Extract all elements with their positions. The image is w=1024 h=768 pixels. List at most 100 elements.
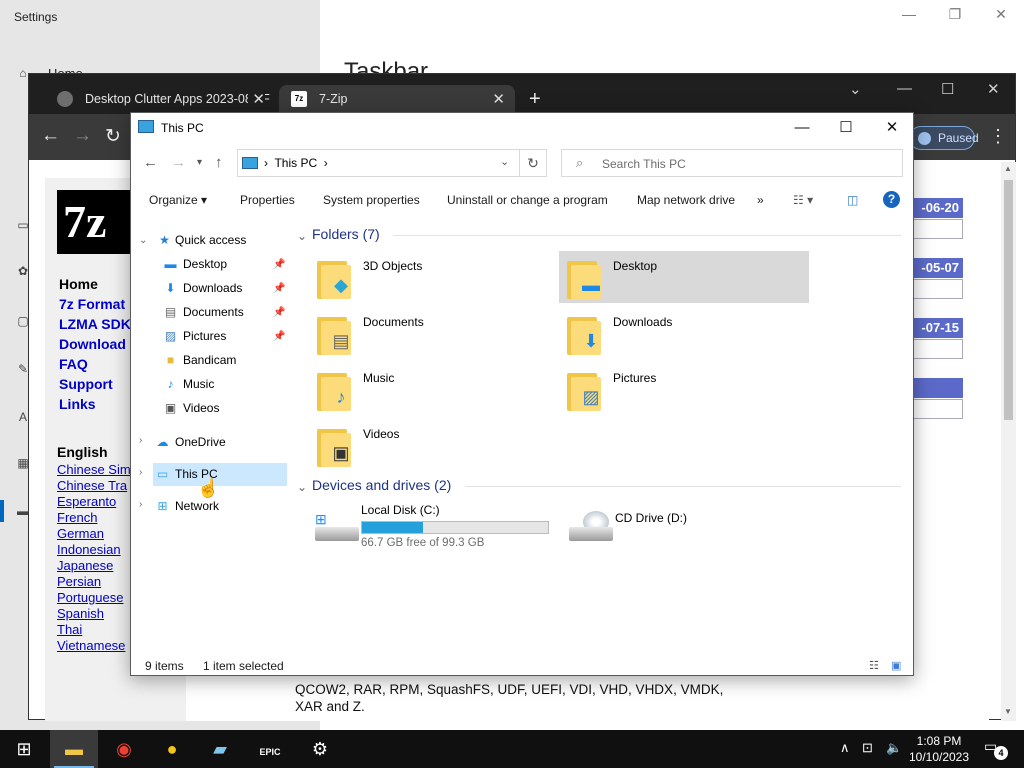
explorer-close-button[interactable]: ✕ bbox=[869, 117, 915, 141]
menu-lzma-sdk-link[interactable]: LZMA SDK bbox=[59, 316, 131, 332]
chevron-down-icon[interactable]: ⌄ bbox=[297, 229, 307, 243]
tab-close-icon[interactable]: ✕ bbox=[492, 90, 505, 108]
nav-downloads[interactable]: ⬇ Downloads 📌 bbox=[161, 277, 289, 300]
nav-desktop[interactable]: ▬ Desktop 📌 bbox=[161, 253, 289, 276]
folder-pictures[interactable]: ▨ Pictures bbox=[559, 363, 809, 415]
nav-bandicam[interactable]: ■ Bandicam bbox=[161, 349, 289, 372]
lang-link[interactable]: Thai bbox=[57, 622, 82, 637]
nav-onedrive[interactable]: ☁ OneDrive bbox=[153, 431, 287, 454]
chevron-down-icon[interactable]: ⌄ bbox=[139, 235, 147, 246]
reload-icon[interactable]: ↻ bbox=[105, 125, 121, 148]
chevron-right-icon[interactable]: › bbox=[139, 467, 142, 478]
scrollbar-thumb[interactable] bbox=[1004, 180, 1013, 420]
folder-downloads[interactable]: ⬇ Downloads bbox=[559, 307, 809, 359]
preview-pane-icon[interactable]: ◫ bbox=[847, 193, 858, 207]
settings-close-button[interactable]: ✕ bbox=[986, 6, 1016, 23]
help-button[interactable]: ? bbox=[883, 191, 900, 208]
menu-faq-link[interactable]: FAQ bbox=[59, 356, 88, 372]
nav-quick-access[interactable]: ★ Quick access bbox=[153, 229, 287, 252]
lang-link[interactable]: Chinese Sim bbox=[57, 462, 131, 477]
settings-minimize-button[interactable]: — bbox=[894, 6, 924, 22]
details-view-icon[interactable]: ☷ bbox=[869, 659, 885, 672]
folder-3d-objects[interactable]: ◆ 3D Objects bbox=[309, 251, 559, 303]
system-clock[interactable]: 1:08 PM 10/10/2023 bbox=[906, 733, 972, 765]
lang-link[interactable]: Esperanto bbox=[57, 494, 116, 509]
chevron-down-icon[interactable]: ⌄ bbox=[297, 480, 307, 494]
explorer-maximize-button[interactable]: ☐ bbox=[823, 117, 869, 141]
folder-desktop[interactable]: ▬ Desktop bbox=[559, 251, 809, 303]
system-properties-button[interactable]: System properties bbox=[323, 193, 420, 207]
scroll-up-arrow-icon[interactable]: ▲ bbox=[1004, 164, 1012, 173]
nav-this-pc[interactable]: ▭ This PC bbox=[153, 463, 287, 486]
forward-arrow-icon[interactable]: → bbox=[73, 125, 92, 147]
tab-close-icon[interactable]: ✕ bbox=[248, 90, 265, 108]
folder-music[interactable]: ♪ Music bbox=[309, 363, 559, 415]
taskbar-file-explorer[interactable]: ▬ bbox=[50, 730, 98, 768]
address-dropdown-icon[interactable]: ⌄ bbox=[500, 155, 509, 168]
drive-local-c[interactable]: ⊞ Local Disk (C:) 66.7 GB free of 99.3 G… bbox=[305, 501, 555, 553]
lang-link[interactable]: Persian bbox=[57, 574, 101, 589]
large-icons-view-icon[interactable]: ▣ bbox=[891, 659, 907, 672]
browser-minimize-button[interactable]: — bbox=[897, 80, 912, 97]
start-button[interactable]: ⊞ bbox=[0, 730, 48, 768]
forward-arrow-icon[interactable]: → bbox=[171, 154, 186, 171]
nav-videos[interactable]: ▣ Videos bbox=[161, 397, 289, 420]
chevron-right-icon[interactable]: › bbox=[139, 435, 142, 446]
profile-paused-button[interactable]: Paused bbox=[909, 126, 979, 150]
back-arrow-icon[interactable]: ← bbox=[41, 125, 60, 147]
more-commands-button[interactable]: » bbox=[757, 193, 764, 207]
lang-link[interactable]: Vietnamese bbox=[57, 638, 125, 653]
folders-heading[interactable]: Folders (7) bbox=[312, 226, 380, 242]
tab-search-chevron-icon[interactable]: ⌄ bbox=[849, 80, 862, 98]
lang-link[interactable]: Portuguese bbox=[57, 590, 124, 605]
menu-7z-format-link[interactable]: 7z Format bbox=[59, 296, 125, 312]
search-input[interactable]: ⌕ Search This PC bbox=[561, 149, 903, 177]
taskbar-chat-app[interactable]: ● bbox=[148, 730, 196, 768]
drive-cd-d[interactable]: CD Drive (D:) bbox=[559, 501, 809, 553]
address-bar[interactable]: › This PC › ⌄ bbox=[237, 149, 547, 177]
action-center-button[interactable]: ▭ 4 bbox=[984, 738, 1008, 760]
nav-music[interactable]: ♪ Music bbox=[161, 373, 289, 396]
recent-chevron-icon[interactable]: ▾ bbox=[197, 157, 202, 168]
menu-download-link[interactable]: Download bbox=[59, 336, 126, 352]
menu-home-link[interactable]: Home bbox=[59, 276, 98, 292]
lang-link[interactable]: Japanese bbox=[57, 558, 113, 573]
lang-link[interactable]: Spanish bbox=[57, 606, 104, 621]
nav-pictures[interactable]: ▨ Pictures 📌 bbox=[161, 325, 289, 348]
breadcrumb[interactable]: › This PC › bbox=[264, 156, 328, 170]
menu-links-link[interactable]: Links bbox=[59, 396, 96, 412]
menu-support-link[interactable]: Support bbox=[59, 376, 113, 392]
chevron-right-icon[interactable]: › bbox=[139, 499, 142, 510]
lang-link[interactable]: French bbox=[57, 510, 97, 525]
folder-documents[interactable]: ▤ Documents bbox=[309, 307, 559, 359]
tab-desktop-clutter[interactable]: Desktop Clutter Apps 2023-08 : F ✕ bbox=[45, 85, 275, 114]
nav-network[interactable]: ⊞ Network bbox=[153, 495, 287, 518]
lang-link[interactable]: German bbox=[57, 526, 104, 541]
lang-link[interactable]: Chinese Tra bbox=[57, 478, 127, 493]
folder-videos[interactable]: ▣ Videos bbox=[309, 419, 559, 471]
taskbar-chrome[interactable]: ◉ bbox=[100, 730, 148, 768]
explorer-minimize-button[interactable]: — bbox=[779, 117, 825, 141]
devices-heading[interactable]: Devices and drives (2) bbox=[312, 477, 451, 493]
uninstall-program-button[interactable]: Uninstall or change a program bbox=[447, 193, 608, 207]
back-arrow-icon[interactable]: ← bbox=[143, 154, 158, 171]
page-scrollbar[interactable]: ▲ ▼ bbox=[1001, 162, 1016, 721]
volume-icon[interactable]: 🔈 bbox=[886, 740, 902, 756]
lang-link[interactable]: Indonesian bbox=[57, 542, 121, 557]
browser-close-button[interactable]: ✕ bbox=[987, 80, 1000, 98]
scroll-down-arrow-icon[interactable]: ▼ bbox=[1004, 707, 1012, 716]
settings-maximize-button[interactable]: ❐ bbox=[940, 6, 970, 23]
new-tab-button[interactable]: + bbox=[529, 88, 541, 111]
organize-button[interactable]: Organize ▾ bbox=[149, 193, 207, 207]
nav-documents[interactable]: ▤ Documents 📌 bbox=[161, 301, 289, 324]
breadcrumb-this-pc[interactable]: This PC bbox=[274, 156, 317, 170]
tab-7zip[interactable]: 7z 7-Zip ✕ bbox=[279, 85, 515, 114]
taskbar-settings[interactable]: ⚙ bbox=[296, 730, 344, 768]
taskbar-notes-app[interactable]: ▰ bbox=[196, 730, 244, 768]
taskbar-epic-games[interactable]: EPIC bbox=[246, 730, 294, 768]
map-network-drive-button[interactable]: Map network drive bbox=[637, 193, 735, 207]
show-hidden-icons-chevron-icon[interactable]: ∧ bbox=[840, 740, 850, 756]
browser-maximize-button[interactable]: ☐ bbox=[941, 80, 954, 98]
properties-button[interactable]: Properties bbox=[240, 193, 295, 207]
browser-menu-icon[interactable]: ⋮ bbox=[989, 126, 1007, 147]
